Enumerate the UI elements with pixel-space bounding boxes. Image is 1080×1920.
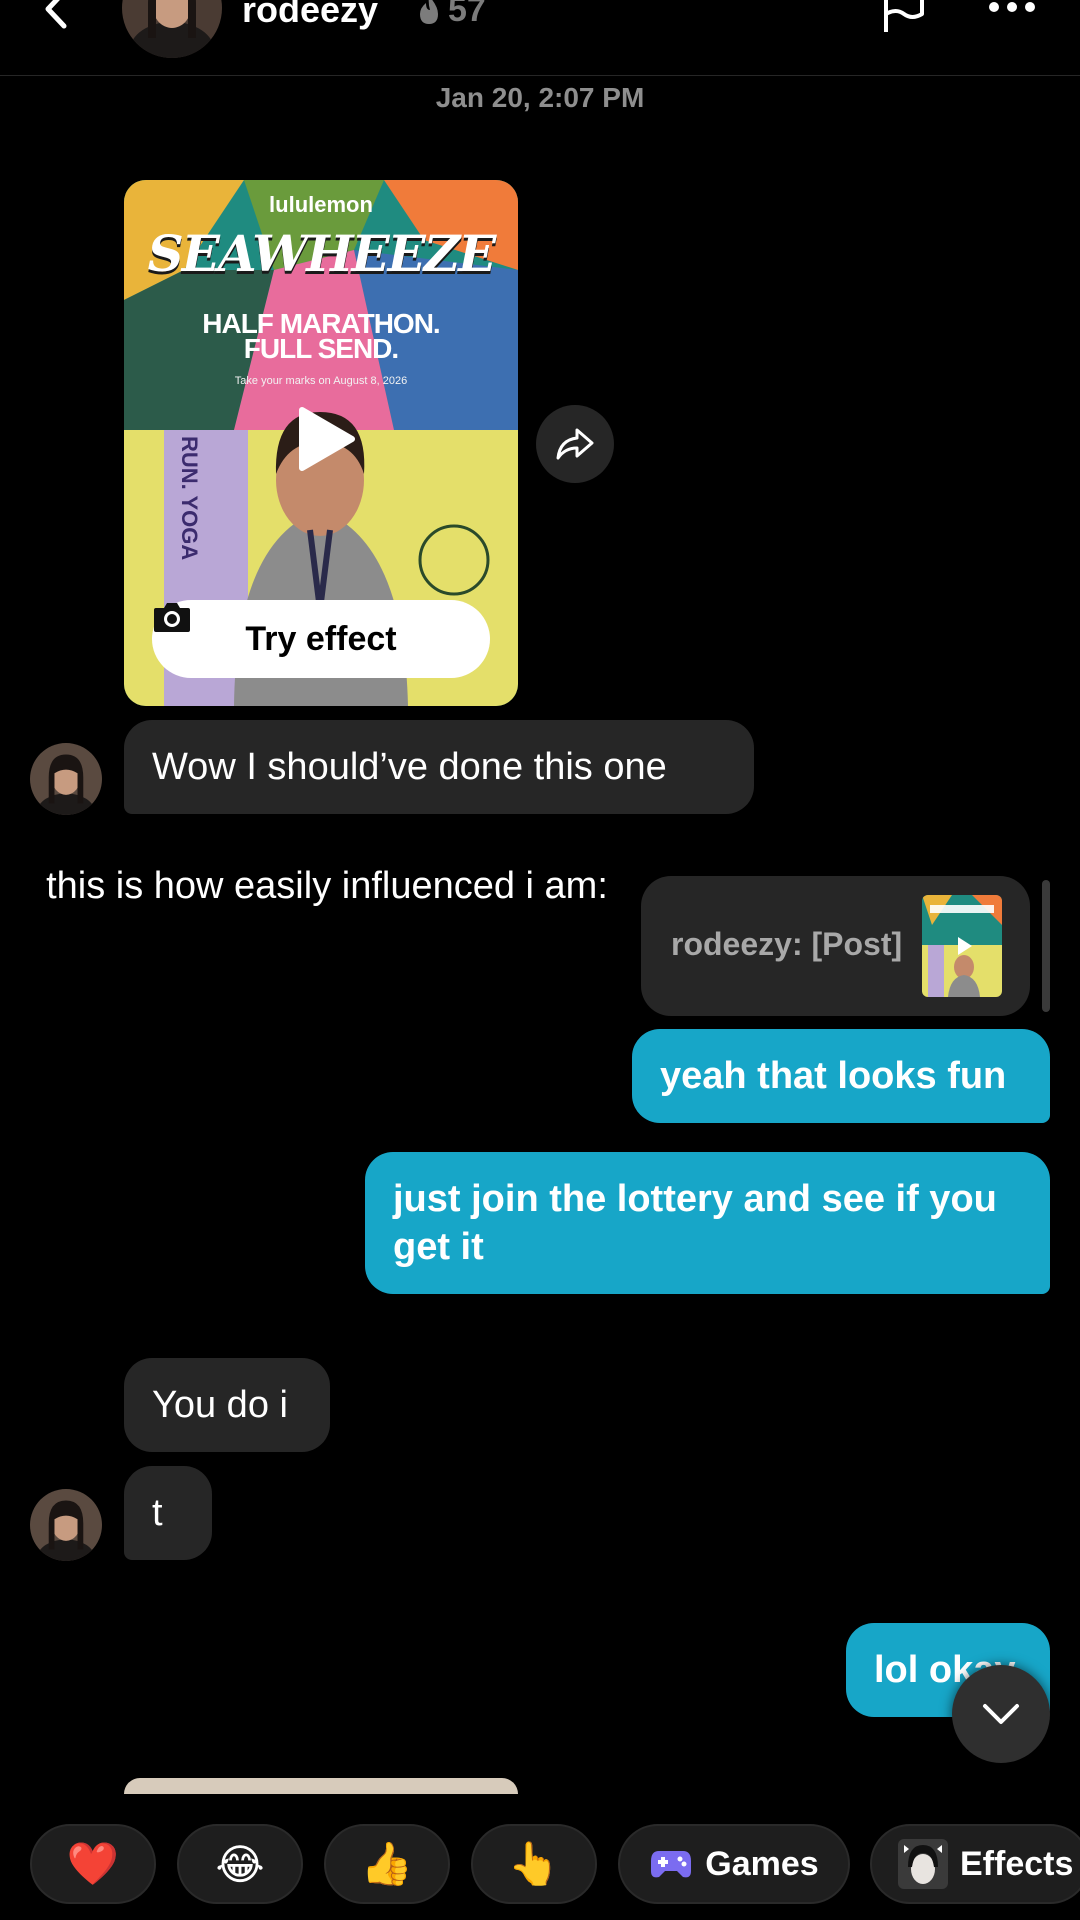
- heart-icon: ❤️: [66, 1839, 120, 1888]
- camera-icon: [154, 603, 190, 632]
- try-effect-button[interactable]: Try effect: [152, 600, 490, 678]
- point-reaction-button[interactable]: 👆: [471, 1824, 597, 1904]
- next-message-peek: [124, 1778, 518, 1794]
- shared-video-card[interactable]: lululemon SEAWHEEZE HALF MARATHON. FULL …: [124, 180, 518, 706]
- post-title: SEAWHEEZE: [147, 224, 497, 283]
- post-headline-line2: FULL SEND.: [243, 333, 399, 364]
- post-brand: lululemon: [269, 192, 373, 217]
- avatar[interactable]: [122, 0, 222, 58]
- avatar[interactable]: [30, 743, 102, 815]
- chat-username[interactable]: rodeezy: [242, 0, 378, 32]
- effects-button[interactable]: Effects: [870, 1824, 1080, 1904]
- reply-preview-label: rodeezy: [Post]: [671, 926, 903, 962]
- back-button[interactable]: [36, 0, 76, 34]
- reply-indicator-bar: [1042, 880, 1050, 1012]
- chevron-down-icon: [983, 1704, 1019, 1724]
- more-dots-icon: [989, 2, 1035, 12]
- message-bubble-incoming[interactable]: Wow I should’ve done this one: [124, 720, 754, 814]
- message-bubble-incoming[interactable]: You do i: [124, 1358, 330, 1452]
- scroll-to-bottom-button[interactable]: [952, 1665, 1050, 1763]
- play-button[interactable]: [296, 406, 356, 472]
- streak-badge: 57: [414, 0, 486, 32]
- reply-preview-card[interactable]: rodeezy: [Post]: [641, 876, 1030, 1016]
- try-effect-label: Try effect: [245, 619, 397, 658]
- quick-reaction-bar: ❤️ 😂 👍 👆 Games Effects: [0, 1824, 1080, 1904]
- video-overlay-caption: this is how easily influenced i am:: [46, 865, 608, 907]
- message-text: You do i: [152, 1384, 288, 1426]
- chevron-left-icon: [45, 0, 67, 29]
- games-button[interactable]: Games: [618, 1824, 850, 1904]
- share-arrow-icon: [556, 428, 594, 460]
- games-label: Games: [705, 1844, 819, 1883]
- avatar[interactable]: [30, 1489, 102, 1561]
- message-text: yeah that looks fun: [660, 1055, 1007, 1097]
- laugh-reaction-button[interactable]: 😂: [177, 1824, 303, 1904]
- chat-header: rodeezy 57: [0, 0, 1080, 76]
- more-options-button[interactable]: [986, 0, 1038, 22]
- streak-count: 57: [448, 0, 486, 29]
- report-flag-button[interactable]: [878, 0, 930, 36]
- effects-label: Effects: [960, 1844, 1074, 1883]
- effects-face-icon: [898, 1839, 948, 1889]
- laughing-face-icon: 😂: [215, 1839, 265, 1889]
- play-icon: [299, 407, 355, 471]
- heart-reaction-button[interactable]: ❤️: [30, 1824, 156, 1904]
- post-caption: Take your marks on August 8, 2026: [234, 375, 408, 387]
- message-bubble-incoming[interactable]: t: [124, 1466, 212, 1560]
- pointing-hand-icon: 👆: [507, 1839, 561, 1888]
- gamepad-icon: [651, 1851, 692, 1878]
- message-text: Wow I should’ve done this one: [152, 746, 667, 788]
- message-bubble-outgoing[interactable]: just join the lottery and see if you get…: [365, 1152, 1050, 1294]
- message-text: t: [152, 1492, 163, 1534]
- thumbs-up-icon: 👍: [360, 1839, 414, 1888]
- thumbs-up-reaction-button[interactable]: 👍: [324, 1824, 450, 1904]
- flame-icon: [420, 0, 438, 24]
- flag-icon: [884, 0, 924, 32]
- message-timestamp: Jan 20, 2:07 PM: [435, 82, 645, 113]
- message-text: just join the lottery and see if you get…: [393, 1178, 997, 1268]
- reply-preview-thumbnail: [922, 895, 1002, 997]
- share-button[interactable]: [536, 405, 614, 483]
- message-bubble-outgoing[interactable]: yeah that looks fun: [632, 1029, 1050, 1123]
